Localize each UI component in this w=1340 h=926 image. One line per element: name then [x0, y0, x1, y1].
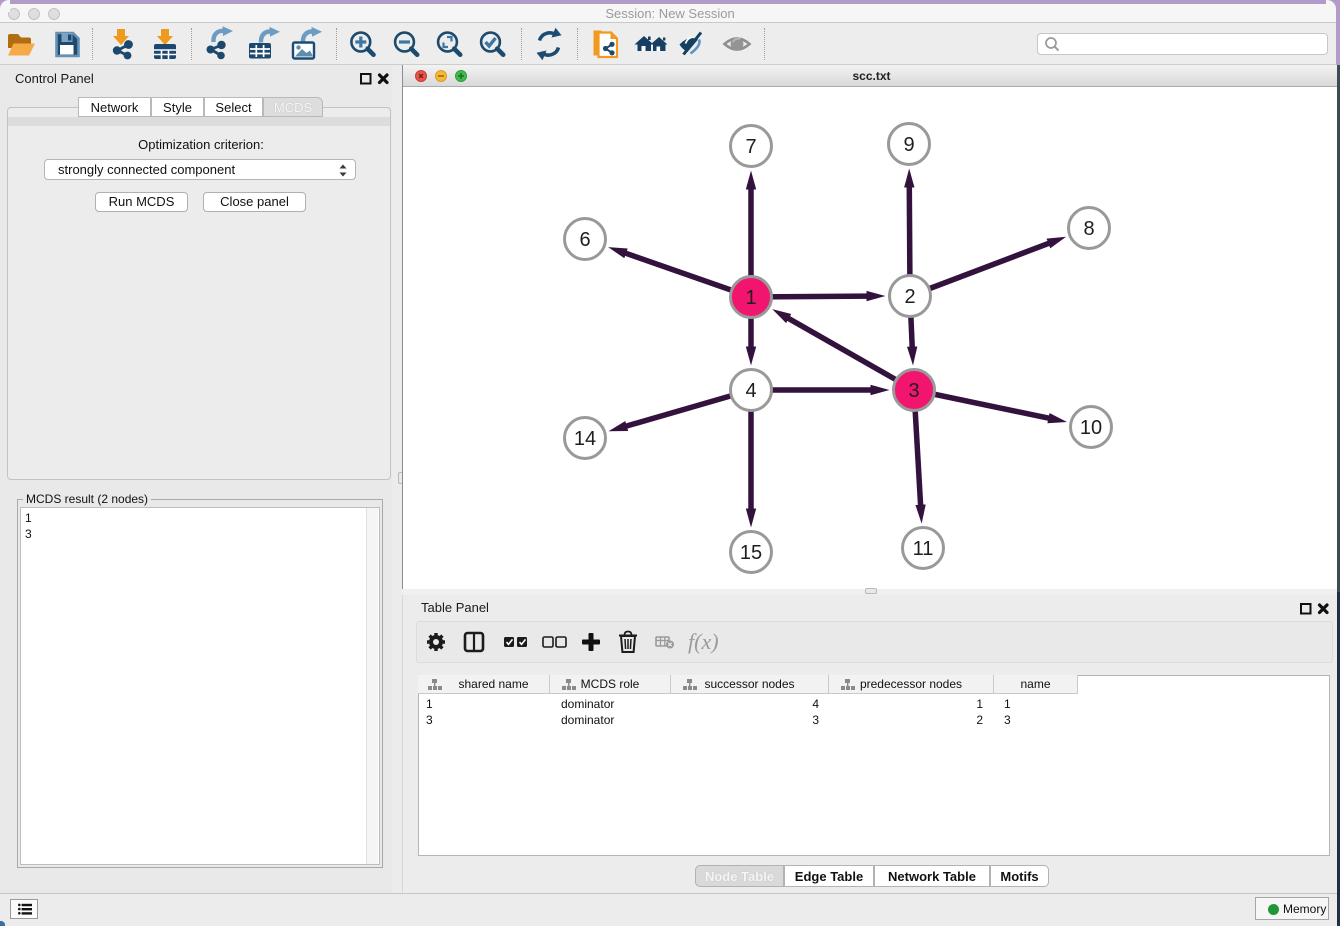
svg-text:1: 1 [745, 287, 756, 309]
svg-text:9: 9 [903, 134, 914, 156]
svg-text:4: 4 [745, 380, 756, 402]
svg-text:8: 8 [1083, 218, 1094, 240]
svg-text:6: 6 [579, 229, 590, 251]
svg-text:14: 14 [574, 428, 596, 450]
svg-text:11: 11 [913, 538, 934, 560]
svg-text:3: 3 [908, 380, 919, 402]
svg-text:7: 7 [745, 136, 756, 158]
svg-text:2: 2 [904, 286, 915, 308]
svg-text:10: 10 [1080, 417, 1102, 439]
svg-text:f(x): f(x) [688, 629, 719, 654]
svg-text:15: 15 [740, 542, 762, 564]
